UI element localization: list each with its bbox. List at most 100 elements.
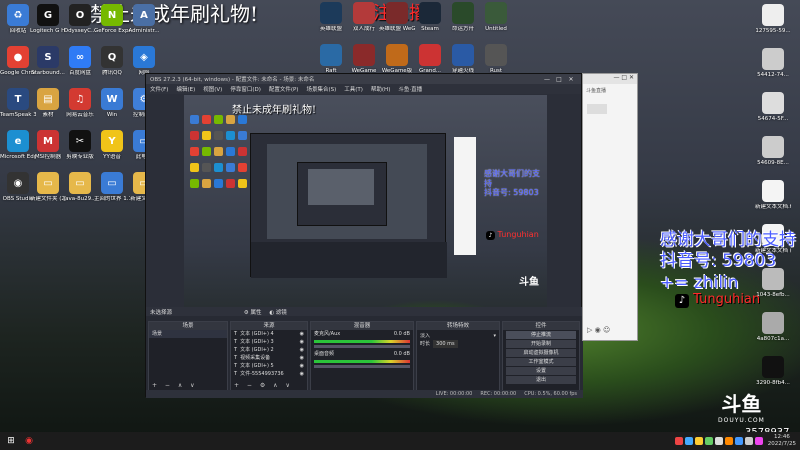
desktop-icon-23[interactable]: ▭ java-8u29... [62,172,98,203]
control-button-4[interactable]: 工作室模式 [506,358,576,366]
right-icon-3[interactable]: 54674-5F... [755,92,791,123]
source-item[interactable]: T 文本 (GDI+) 5 ◉ [231,362,307,370]
tray-icon[interactable] [734,437,743,445]
desktop-icon-22-label: 新建文件夹 (2) [30,196,66,202]
control-button-5[interactable]: 设置 [506,367,576,375]
transition-select[interactable]: 淡入 ▾ [417,332,499,340]
nested-nested-preview [308,169,374,205]
obs-menu-item-5[interactable]: 配置文件(P) [269,85,299,93]
obs-menu-item-9[interactable]: 斗鱼·直播 [398,85,422,93]
tray-icon[interactable] [674,437,683,445]
desktop-icon-9-label: 腾讯QQ [102,70,122,76]
close-icon[interactable]: ✕ [565,76,577,83]
top-icon-4[interactable]: Steam [412,2,448,33]
tray-icon[interactable] [754,437,763,445]
right-icon-5[interactable]: 新建文本文档.txt [755,180,791,211]
desktop-icon-10[interactable]: ◈ 网络 [126,46,162,77]
top-icon-8[interactable]: WeGame [346,44,382,75]
source-item[interactable]: T 文本 (GDI+) 3 ◉ [231,338,307,346]
obs-menu-item-6[interactable]: 场景集合(S) [306,85,336,93]
top-icon-2-label: 双人成行 [352,26,375,32]
sources-toolbar[interactable]: + − ⚙ ∧ ∨ [234,382,293,389]
desktop-icon-9[interactable]: Q 腾讯QQ [94,46,130,77]
volume-slider[interactable] [314,365,410,368]
control-button-2[interactable]: 开始录制 [506,340,576,348]
obs-menu-item-4[interactable]: 停靠窗口(D) [230,85,261,93]
nested-desktop-icon [202,131,211,140]
visibility-icon[interactable]: ◉ [300,354,307,362]
chat-toolbar[interactable]: ▷ ◉ ☺ [587,326,635,334]
minimize-icon[interactable]: — [541,76,553,83]
volume-slider[interactable] [314,345,410,348]
top-icon-3[interactable]: 英雄联盟 WeGame版 [379,2,415,33]
desktop-icon-12[interactable]: ▤ 素材 [30,88,66,119]
scenes-header: 场景 [149,322,227,330]
desktop-icon-14[interactable]: W Win [94,88,130,119]
desktop-icon-8[interactable]: ∞ 百度网盘 [62,46,98,77]
visibility-icon[interactable]: ◉ [300,362,307,370]
obs-titlebar[interactable]: OBS 27.2.3 (64-bit, windows) - 配置文件: 未命名… [146,74,581,84]
top-icon-10[interactable]: Grand... [412,44,448,75]
top-icon-6[interactable]: Untitled [478,2,514,33]
tray-icon[interactable] [714,437,723,445]
source-item[interactable]: T 文件-5554993736 ◉ [231,370,307,378]
desktop-icon-18[interactable]: ✂ 剪映专业版 [62,130,98,161]
source-item[interactable]: T 文本 (GDI+) 2 ◉ [231,346,307,354]
right-icon-4[interactable]: 54609-8E... [755,136,791,167]
tray-icon[interactable] [684,437,693,445]
right-icon-1[interactable]: 127595-59... [755,4,791,35]
control-button-1[interactable]: 停止推流 [506,331,576,339]
desktop-icon-23-icon: ▭ [69,172,91,194]
top-icon-7[interactable]: Raft [313,44,349,75]
visibility-icon[interactable]: ◉ [300,338,307,346]
top-icon-9[interactable]: WeGame版 [379,44,415,75]
side-text: 感谢大哥们的支持 抖音号: 59803 += zhilin [660,230,796,294]
obs-menu-item-7[interactable]: 工具(T) [344,85,363,93]
taskbar-clock[interactable]: 12:46 2022/7/25 [768,434,796,447]
top-icon-1[interactable]: 英雄联盟 [313,2,349,33]
duration-field[interactable]: 时长 300 ms [417,340,499,348]
right-icon-8[interactable]: 4a807c1a... [755,312,791,343]
top-icon-12[interactable]: Rust [478,44,514,75]
right-icon-9[interactable]: 3290-8fb4... [755,356,791,387]
tray-icon[interactable] [704,437,713,445]
scenes-toolbar[interactable]: + − ∧ ∨ [152,382,198,389]
source-item[interactable]: T 文本 (GDI+) 4 ◉ [231,330,307,338]
desktop-icon-17[interactable]: M MSI控制器 [30,130,66,161]
desktop-icon-24-label: 主回的世界 1.16.5 [94,196,130,202]
scene-item[interactable]: 场景 [149,330,227,338]
desktop-icon-7[interactable]: S Starbound... [30,46,66,77]
desktop-icon-19[interactable]: Y YY语音 [94,130,130,161]
start-icon[interactable]: ⊞ [4,434,18,448]
tray-icon[interactable] [694,437,703,445]
properties-button[interactable]: ⚙ 属性 [244,310,262,316]
obs-menu-item-1[interactable]: 文件(F) [150,85,168,93]
tray-icon[interactable] [724,437,733,445]
maximize-icon[interactable]: □ [553,76,565,83]
obs-taskbar-icon[interactable]: ◉ [22,434,36,448]
tray-icon[interactable] [744,437,753,445]
top-icon-2[interactable]: 双人成行 [346,2,382,33]
desktop-icon-4[interactable]: N GeForce Experience [94,4,130,35]
desktop-icon-13[interactable]: ♫ 网易云音乐 [62,88,98,119]
obs-menu-item-3[interactable]: 视图(V) [203,85,222,93]
visibility-icon[interactable]: ◉ [300,330,307,338]
desktop-icon-22[interactable]: ▭ 新建文件夹 (2) [30,172,66,203]
obs-window[interactable]: OBS 27.2.3 (64-bit, windows) - 配置文件: 未命名… [145,73,583,398]
source-item[interactable]: T 视频采集设备 ◉ [231,354,307,362]
visibility-icon[interactable]: ◉ [300,346,307,354]
visibility-icon[interactable]: ◉ [300,370,307,378]
right-icon-2[interactable]: 54412-74... [755,48,791,79]
desktop-icon-3[interactable]: O OdysseyC... [62,4,98,35]
chat-panel[interactable]: — □ ✕ 斗鱼直播 ▷ ◉ ☺ [582,73,638,341]
control-button-6[interactable]: 退出 [506,376,576,384]
desktop-icon-24[interactable]: ▭ 主回的世界 1.16.5 [94,172,130,203]
control-button-3[interactable]: 启动虚拟摄像机 [506,349,576,357]
filters-button[interactable]: ◐ 滤镜 [269,310,287,316]
obs-menu-item-2[interactable]: 编辑(E) [176,85,195,93]
obs-menu-item-8[interactable]: 帮助(H) [371,85,390,93]
desktop-icon-2[interactable]: G Logitech G HUB [30,4,66,35]
top-icon-5[interactable]: 命运方舟 [445,2,481,33]
desktop-icon-5[interactable]: A Administr... [126,4,162,35]
top-icon-11[interactable]: 穿越火线 [445,44,481,75]
